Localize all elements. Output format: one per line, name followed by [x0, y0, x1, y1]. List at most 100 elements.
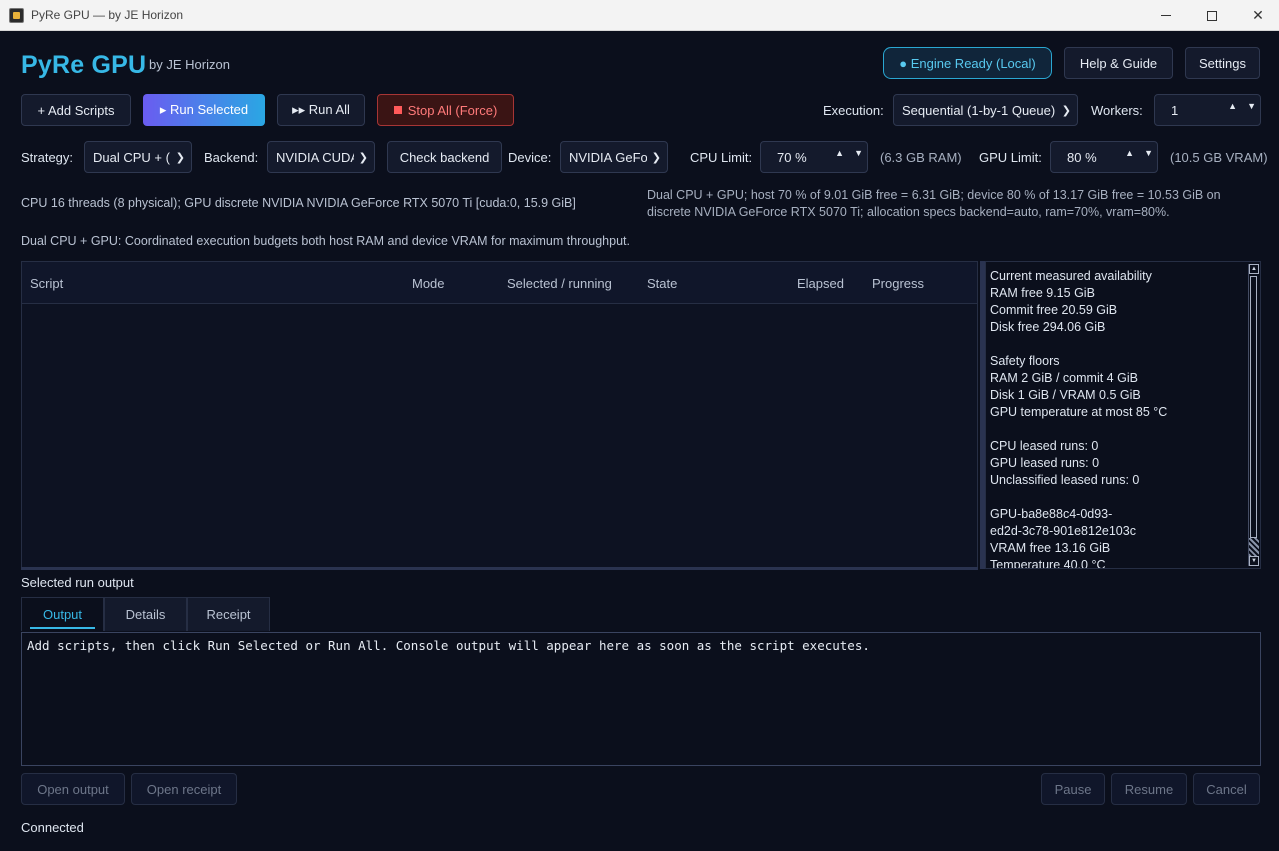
decrement-icon[interactable]: ▼ [1144, 148, 1153, 158]
allocation-info: Dual CPU + GPU; host 70 % of 9.01 GiB fr… [647, 187, 1247, 221]
availability-line: VRAM free 13.16 GiB [990, 541, 1111, 555]
scroll-grip-icon [1249, 538, 1259, 556]
allocation-info-line: Dual CPU + GPU; host 70 % of 9.01 GiB fr… [647, 188, 1221, 202]
increment-icon[interactable]: ▲ [1125, 148, 1134, 158]
cpu-limit-value: 70 % [777, 149, 807, 165]
allocation-info-line: discrete NVIDIA GeForce RTX 5070 Ti; all… [647, 205, 1170, 219]
strategy-description: Dual CPU + GPU: Coordinated execution bu… [21, 234, 630, 248]
close-icon: ✕ [1252, 7, 1264, 23]
add-scripts-button[interactable]: + Add Scripts [21, 94, 131, 126]
tab-output[interactable]: Output [21, 597, 104, 631]
availability-line: Disk free 294.06 GiB [990, 320, 1106, 334]
workers-label: Workers: [1091, 103, 1143, 118]
run-selected-button[interactable]: ▸ Run Selected [143, 94, 265, 126]
table-horizontal-scrollbar[interactable] [21, 567, 978, 570]
open-receipt-button[interactable]: Open receipt [131, 773, 237, 805]
decrement-icon[interactable]: ▼ [854, 148, 863, 158]
availability-line: Unclassified leased runs: 0 [990, 473, 1140, 487]
scroll-up-icon[interactable]: ▲ [1249, 264, 1259, 274]
availability-line: GPU temperature at most 85 °C [990, 405, 1168, 419]
availability-panel: Current measured availability RAM free 9… [985, 261, 1261, 569]
app-title: PyRe GPU [21, 51, 147, 79]
availability-line: RAM 2 GiB / commit 4 GiB [990, 371, 1138, 385]
settings-button[interactable]: Settings [1185, 47, 1260, 79]
table-header: Script Mode Selected / running State Ela… [22, 262, 977, 304]
availability-line [990, 336, 1245, 353]
workers-stepper[interactable]: 1 ▲ ▼ [1154, 94, 1261, 126]
device-label: Device: [508, 150, 552, 165]
chevron-down-icon: ❯ [175, 152, 185, 164]
backend-select[interactable]: NVIDIA CUDA ❯ [267, 141, 375, 173]
app-byline: by JE Horizon [149, 57, 230, 72]
tab-receipt[interactable]: Receipt [187, 597, 270, 631]
strategy-select[interactable]: Dual CPU + ( ❯ [84, 141, 192, 173]
availability-line [990, 421, 1245, 438]
help-guide-button[interactable]: Help & Guide [1064, 47, 1173, 79]
output-section-label: Selected run output [21, 575, 134, 590]
availability-line: Safety floors [990, 354, 1060, 368]
device-value: NVIDIA GeFo [569, 149, 647, 165]
decrement-icon[interactable]: ▼ [1247, 101, 1256, 111]
cpu-limit-stepper[interactable]: 70 % ▲ ▼ [760, 141, 868, 173]
maximize-icon [1207, 10, 1217, 21]
workers-value: 1 [1171, 102, 1179, 118]
column-header-state[interactable]: State [647, 276, 677, 291]
stop-all-label: Stop All (Force) [407, 102, 498, 118]
execution-value: Sequential (1-by-1 Queue) [902, 102, 1056, 118]
stop-icon [393, 106, 402, 114]
maximize-button[interactable] [1189, 0, 1235, 31]
check-backend-button[interactable]: Check backend [387, 141, 502, 173]
column-header-script[interactable]: Script [30, 276, 63, 291]
availability-line: Commit free 20.59 GiB [990, 303, 1118, 317]
backend-value: NVIDIA CUDA [276, 149, 354, 165]
cpu-ram-note: (6.3 GB RAM) [880, 150, 962, 165]
gpu-limit-stepper[interactable]: 80 % ▲ ▼ [1050, 141, 1158, 173]
scripts-table[interactable]: Script Mode Selected / running State Ela… [21, 261, 978, 569]
column-header-progress[interactable]: Progress [872, 276, 924, 291]
availability-line: Disk 1 GiB / VRAM 0.5 GiB [990, 388, 1141, 402]
gpu-vram-note: (10.5 GB VRAM) [1170, 150, 1268, 165]
scrollbar-thumb[interactable] [1250, 276, 1257, 538]
minimize-icon [1161, 15, 1171, 16]
window-title: PyRe GPU — by JE Horizon [31, 8, 184, 22]
window-titlebar: PyRe GPU — by JE Horizon ✕ [0, 0, 1279, 31]
increment-icon[interactable]: ▲ [1228, 101, 1237, 111]
connection-status: Connected [21, 820, 84, 835]
engine-status-button[interactable]: ● Engine Ready (Local) [883, 47, 1052, 79]
stop-all-button[interactable]: Stop All (Force) [377, 94, 514, 126]
device-select[interactable]: NVIDIA GeFo ❯ [560, 141, 668, 173]
strategy-value: Dual CPU + ( [93, 149, 170, 165]
run-all-button[interactable]: ▸▸ Run All [277, 94, 365, 126]
column-header-selected-running[interactable]: Selected / running [507, 276, 612, 291]
tab-details[interactable]: Details [104, 597, 187, 631]
availability-lines: Current measured availability RAM free 9… [990, 268, 1245, 569]
availability-line: RAM free 9.15 GiB [990, 286, 1095, 300]
column-header-elapsed[interactable]: Elapsed [797, 276, 844, 291]
pause-button[interactable]: Pause [1041, 773, 1105, 805]
strategy-label: Strategy: [21, 150, 74, 165]
availability-line: Current measured availability [990, 269, 1152, 283]
cpu-limit-label: CPU Limit: [690, 150, 753, 165]
scroll-down-icon[interactable]: ▼ [1249, 556, 1259, 566]
execution-label: Execution: [823, 103, 884, 118]
console-output[interactable]: Add scripts, then click Run Selected or … [21, 632, 1261, 766]
backend-label: Backend: [204, 150, 259, 165]
availability-line: GPU-ba8e88c4-0d93- [990, 507, 1113, 521]
execution-select[interactable]: Sequential (1-by-1 Queue) ❯ [893, 94, 1078, 126]
chevron-down-icon: ❯ [651, 152, 661, 164]
availability-scrollbar[interactable]: ▲ ▼ [1248, 264, 1259, 566]
gpu-limit-label: GPU Limit: [979, 150, 1042, 165]
increment-icon[interactable]: ▲ [835, 148, 844, 158]
gpu-limit-value: 80 % [1067, 149, 1097, 165]
hardware-info: CPU 16 threads (8 physical); GPU discret… [21, 196, 576, 210]
cancel-button[interactable]: Cancel [1193, 773, 1260, 805]
availability-line: Temperature 40.0 °C [990, 558, 1106, 569]
column-header-mode[interactable]: Mode [412, 276, 445, 291]
chevron-down-icon: ❯ [1061, 105, 1071, 117]
close-button[interactable]: ✕ [1235, 0, 1279, 31]
open-output-button[interactable]: Open output [21, 773, 125, 805]
availability-line: GPU leased runs: 0 [990, 456, 1100, 470]
resume-button[interactable]: Resume [1111, 773, 1187, 805]
minimize-button[interactable] [1143, 0, 1189, 31]
availability-line [990, 489, 1245, 506]
